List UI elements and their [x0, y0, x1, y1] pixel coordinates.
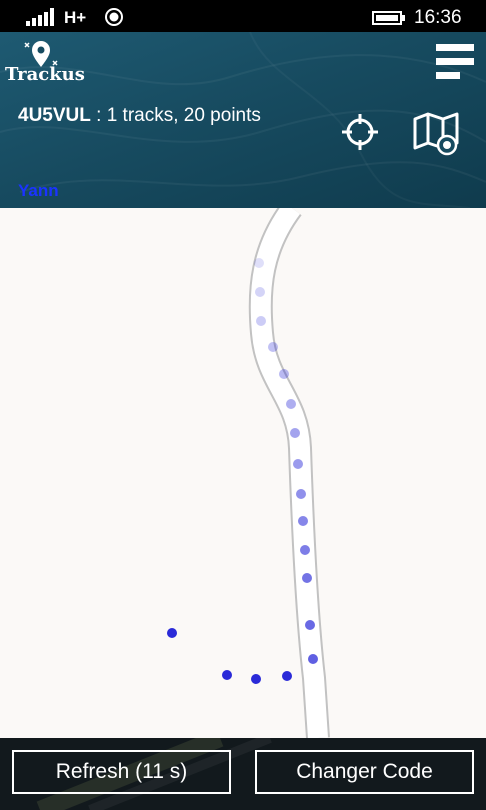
track-point[interactable]	[298, 516, 308, 526]
menu-icon[interactable]	[436, 44, 474, 84]
track-point[interactable]	[222, 670, 232, 680]
map-canvas[interactable]	[0, 208, 486, 738]
locate-icon[interactable]	[340, 112, 380, 152]
track-point[interactable]	[279, 369, 289, 379]
track-point[interactable]	[167, 628, 177, 638]
network-type: H+	[64, 8, 87, 27]
track-point[interactable]	[282, 671, 292, 681]
user-name[interactable]: Yann	[18, 181, 59, 201]
track-point[interactable]	[300, 545, 310, 555]
track-point[interactable]	[302, 573, 312, 583]
track-point[interactable]	[254, 258, 264, 268]
bottom-app-bar: Refresh (11 s) Changer Code	[0, 738, 486, 810]
track-point[interactable]	[268, 342, 278, 352]
map-icon[interactable]	[412, 112, 462, 156]
track-point[interactable]	[305, 620, 315, 630]
track-point[interactable]	[251, 674, 261, 684]
sync-icon	[105, 8, 123, 26]
signal-strength-icon	[26, 8, 54, 26]
app-header: Trackus 4U5VUL : 1 tracks, 20 points Yan…	[0, 32, 486, 208]
track-point[interactable]	[293, 459, 303, 469]
app-name: Trackus	[5, 64, 85, 85]
battery-icon	[372, 11, 405, 25]
track-summary: : 1 tracks, 20 points	[90, 105, 261, 126]
track-info: 4U5VUL : 1 tracks, 20 points	[18, 105, 261, 127]
track-point[interactable]	[256, 316, 266, 326]
track-code: 4U5VUL	[18, 105, 91, 126]
track-point[interactable]	[296, 489, 306, 499]
track-point[interactable]	[290, 428, 300, 438]
status-bar: H+ 16:36	[0, 0, 486, 32]
track-point[interactable]	[255, 287, 265, 297]
clock: 16:36	[414, 7, 462, 28]
change-code-button[interactable]: Changer Code	[255, 750, 474, 794]
track-point[interactable]	[308, 654, 318, 664]
refresh-button[interactable]: Refresh (11 s)	[12, 750, 231, 794]
track-point[interactable]	[286, 399, 296, 409]
map-view[interactable]	[0, 208, 486, 738]
